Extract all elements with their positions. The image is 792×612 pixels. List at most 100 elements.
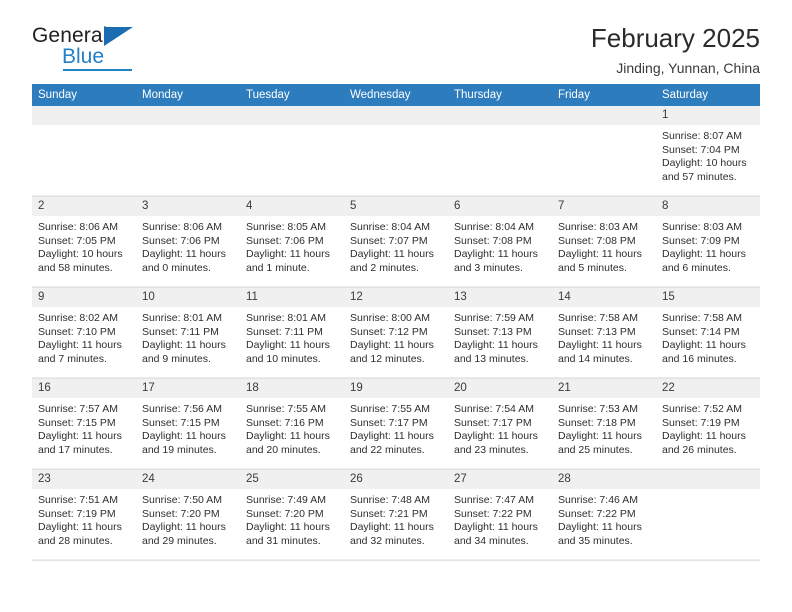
sunrise-text: Sunrise: 7:49 AM (246, 494, 326, 506)
day-cell-inner: 11 Sunrise: 8:01 AM Sunset: 7:11 PM Dayligh… (240, 288, 344, 378)
calendar-day-cell[interactable]: 23 Sunrise: 7:51 AM Sunset: 7:19 PM Dayligh… (32, 469, 136, 561)
calendar-day-cell[interactable]: 25 Sunrise: 7:49 AM Sunset: 7:20 PM Dayligh… (240, 469, 344, 561)
calendar-day-cell[interactable]: 22 Sunrise: 7:52 AM Sunset: 7:19 PM Dayligh… (656, 378, 760, 470)
daylight-text-line1: Daylight: 11 hours (38, 521, 122, 534)
day-cell-inner: 17 Sunrise: 7:56 AM Sunset: 7:15 PM Dayligh… (136, 379, 240, 469)
calendar-day-cell[interactable]: 7 Sunrise: 8:03 AM Sunset: 7:08 PM Daylight… (552, 196, 656, 288)
sunset-text: Sunset: 7:15 PM (142, 416, 220, 429)
calendar-day-cell[interactable]: 9 Sunrise: 8:02 AM Sunset: 7:10 PM Daylight… (32, 287, 136, 379)
day-cell-details: Sunrise: 8:03 AM Sunset: 7:09 PM Daylight:… (656, 216, 760, 275)
day-cell-inner: 22 Sunrise: 7:52 AM Sunset: 7:19 PM Dayligh… (656, 379, 760, 469)
sunrise-text: Sunrise: 7:50 AM (142, 494, 222, 506)
day-number: 4 (240, 197, 344, 216)
calendar-day-cell[interactable]: 20 Sunrise: 7:54 AM Sunset: 7:17 PM Dayligh… (448, 378, 552, 470)
general-blue-logo[interactable]: General Blue (32, 24, 212, 72)
weekday-header-sunday: Sunday (32, 84, 136, 106)
calendar-day-cell[interactable]: 8 Sunrise: 8:03 AM Sunset: 7:09 PM Daylight… (656, 196, 760, 288)
calendar-cell-empty (136, 106, 240, 197)
calendar-day-cell[interactable]: 2 Sunrise: 8:06 AM Sunset: 7:05 PM Daylight… (32, 196, 136, 288)
calendar-day-cell[interactable]: 6 Sunrise: 8:04 AM Sunset: 7:08 PM Daylight… (448, 196, 552, 288)
day-number: 26 (344, 470, 448, 489)
day-cell-inner: 26 Sunrise: 7:48 AM Sunset: 7:21 PM Dayligh… (344, 470, 448, 560)
sunrise-text: Sunrise: 8:07 AM (662, 130, 742, 142)
calendar-day-cell[interactable]: 14 Sunrise: 7:58 AM Sunset: 7:13 PM Dayligh… (552, 287, 656, 379)
calendar-day-cell[interactable]: 12 Sunrise: 8:00 AM Sunset: 7:12 PM Dayligh… (344, 287, 448, 379)
calendar-cell-empty (448, 106, 552, 197)
sunset-text: Sunset: 7:13 PM (558, 325, 636, 338)
day-cell-inner: 13 Sunrise: 7:59 AM Sunset: 7:13 PM Dayligh… (448, 288, 552, 378)
day-cell-details: Sunrise: 7:54 AM Sunset: 7:17 PM Daylight:… (448, 398, 552, 457)
sunrise-text: Sunrise: 8:00 AM (350, 312, 430, 324)
calendar-table: Sunday Monday Tuesday Wednesday Thursday… (32, 84, 760, 561)
day-number: 14 (552, 288, 656, 307)
day-number: 1 (656, 106, 760, 125)
sunrise-text: Sunrise: 7:58 AM (662, 312, 742, 324)
sunset-text: Sunset: 7:20 PM (142, 507, 220, 520)
day-cell-inner: 12 Sunrise: 8:00 AM Sunset: 7:12 PM Dayligh… (344, 288, 448, 378)
day-number: 7 (552, 197, 656, 216)
sunset-text: Sunset: 7:18 PM (558, 416, 636, 429)
day-cell-details: Sunrise: 7:58 AM Sunset: 7:13 PM Daylight:… (552, 307, 656, 366)
sunrise-text: Sunrise: 8:01 AM (142, 312, 222, 324)
daylight-text-line1: Daylight: 11 hours (454, 521, 538, 534)
calendar-week-row: 23 Sunrise: 7:51 AM Sunset: 7:19 PM Dayligh… (32, 469, 760, 561)
day-cell-inner (32, 106, 136, 196)
calendar-day-cell[interactable]: 26 Sunrise: 7:48 AM Sunset: 7:21 PM Dayligh… (344, 469, 448, 561)
sunset-text: Sunset: 7:12 PM (350, 325, 428, 338)
daylight-text-line2: and 6 minutes. (662, 261, 731, 274)
day-number: 8 (656, 197, 760, 216)
daylight-text-line1: Daylight: 11 hours (246, 339, 330, 352)
sunrise-text: Sunrise: 7:48 AM (350, 494, 430, 506)
daylight-text-line2: and 1 minute. (246, 261, 310, 274)
calendar-day-cell[interactable]: 19 Sunrise: 7:55 AM Sunset: 7:17 PM Dayligh… (344, 378, 448, 470)
day-number: 20 (448, 379, 552, 398)
day-cell-inner (240, 106, 344, 196)
calendar-day-cell[interactable]: 13 Sunrise: 7:59 AM Sunset: 7:13 PM Dayligh… (448, 287, 552, 379)
day-cell-inner (344, 106, 448, 196)
daylight-text-line2: and 10 minutes. (246, 352, 321, 365)
calendar-day-cell[interactable]: 3 Sunrise: 8:06 AM Sunset: 7:06 PM Daylight… (136, 196, 240, 288)
sunset-text: Sunset: 7:20 PM (246, 507, 324, 520)
daylight-text-line2: and 31 minutes. (246, 534, 321, 547)
day-cell-inner: 15 Sunrise: 7:58 AM Sunset: 7:14 PM Dayligh… (656, 288, 760, 378)
calendar-day-cell[interactable]: 21 Sunrise: 7:53 AM Sunset: 7:18 PM Dayligh… (552, 378, 656, 470)
day-cell-details: Sunrise: 7:57 AM Sunset: 7:15 PM Daylight:… (32, 398, 136, 457)
sunset-text: Sunset: 7:08 PM (454, 234, 532, 247)
sunrise-text: Sunrise: 7:56 AM (142, 403, 222, 415)
daylight-text-line1: Daylight: 11 hours (350, 248, 434, 261)
sunset-text: Sunset: 7:05 PM (38, 234, 116, 247)
calendar-cell-empty (32, 106, 136, 197)
calendar-day-cell[interactable]: 4 Sunrise: 8:05 AM Sunset: 7:06 PM Daylight… (240, 196, 344, 288)
calendar-day-cell[interactable]: 1 Sunrise: 8:07 AM Sunset: 7:04 PM Daylight… (656, 106, 760, 197)
daylight-text-line2: and 7 minutes. (38, 352, 107, 365)
daylight-text-line1: Daylight: 10 hours (38, 248, 123, 261)
calendar-day-cell[interactable]: 17 Sunrise: 7:56 AM Sunset: 7:15 PM Dayligh… (136, 378, 240, 470)
calendar-week-row: 9 Sunrise: 8:02 AM Sunset: 7:10 PM Daylight… (32, 287, 760, 379)
day-cell-details: Sunrise: 8:06 AM Sunset: 7:06 PM Daylight:… (136, 216, 240, 275)
calendar-day-cell[interactable]: 5 Sunrise: 8:04 AM Sunset: 7:07 PM Daylight… (344, 196, 448, 288)
sunrise-text: Sunrise: 7:53 AM (558, 403, 638, 415)
sunset-text: Sunset: 7:19 PM (662, 416, 740, 429)
calendar-day-cell[interactable]: 15 Sunrise: 7:58 AM Sunset: 7:14 PM Dayligh… (656, 287, 760, 379)
calendar-day-cell[interactable]: 28 Sunrise: 7:46 AM Sunset: 7:22 PM Dayligh… (552, 469, 656, 561)
sunset-text: Sunset: 7:06 PM (246, 234, 324, 247)
calendar-day-cell[interactable]: 11 Sunrise: 8:01 AM Sunset: 7:11 PM Dayligh… (240, 287, 344, 379)
calendar-day-cell[interactable]: 27 Sunrise: 7:47 AM Sunset: 7:22 PM Dayligh… (448, 469, 552, 561)
weekday-header-wednesday: Wednesday (344, 84, 448, 106)
daylight-text-line1: Daylight: 11 hours (350, 430, 434, 443)
calendar-day-cell[interactable]: 10 Sunrise: 8:01 AM Sunset: 7:11 PM Dayligh… (136, 287, 240, 379)
calendar-cell-empty (656, 469, 760, 561)
weekday-header-friday: Friday (552, 84, 656, 106)
daylight-text-line1: Daylight: 11 hours (246, 521, 330, 534)
day-cell-inner: 18 Sunrise: 7:55 AM Sunset: 7:16 PM Dayligh… (240, 379, 344, 469)
daylight-text-line1: Daylight: 11 hours (454, 248, 538, 261)
sunset-text: Sunset: 7:13 PM (454, 325, 532, 338)
sunset-text: Sunset: 7:11 PM (246, 325, 323, 338)
calendar-day-cell[interactable]: 24 Sunrise: 7:50 AM Sunset: 7:20 PM Dayligh… (136, 469, 240, 561)
day-cell-details: Sunrise: 8:05 AM Sunset: 7:06 PM Daylight:… (240, 216, 344, 275)
calendar-day-cell[interactable]: 18 Sunrise: 7:55 AM Sunset: 7:16 PM Dayligh… (240, 378, 344, 470)
sunrise-text: Sunrise: 7:52 AM (662, 403, 742, 415)
day-cell-inner: 5 Sunrise: 8:04 AM Sunset: 7:07 PM Daylight… (344, 197, 448, 287)
weekday-header-thursday: Thursday (448, 84, 552, 106)
calendar-day-cell[interactable]: 16 Sunrise: 7:57 AM Sunset: 7:15 PM Dayligh… (32, 378, 136, 470)
